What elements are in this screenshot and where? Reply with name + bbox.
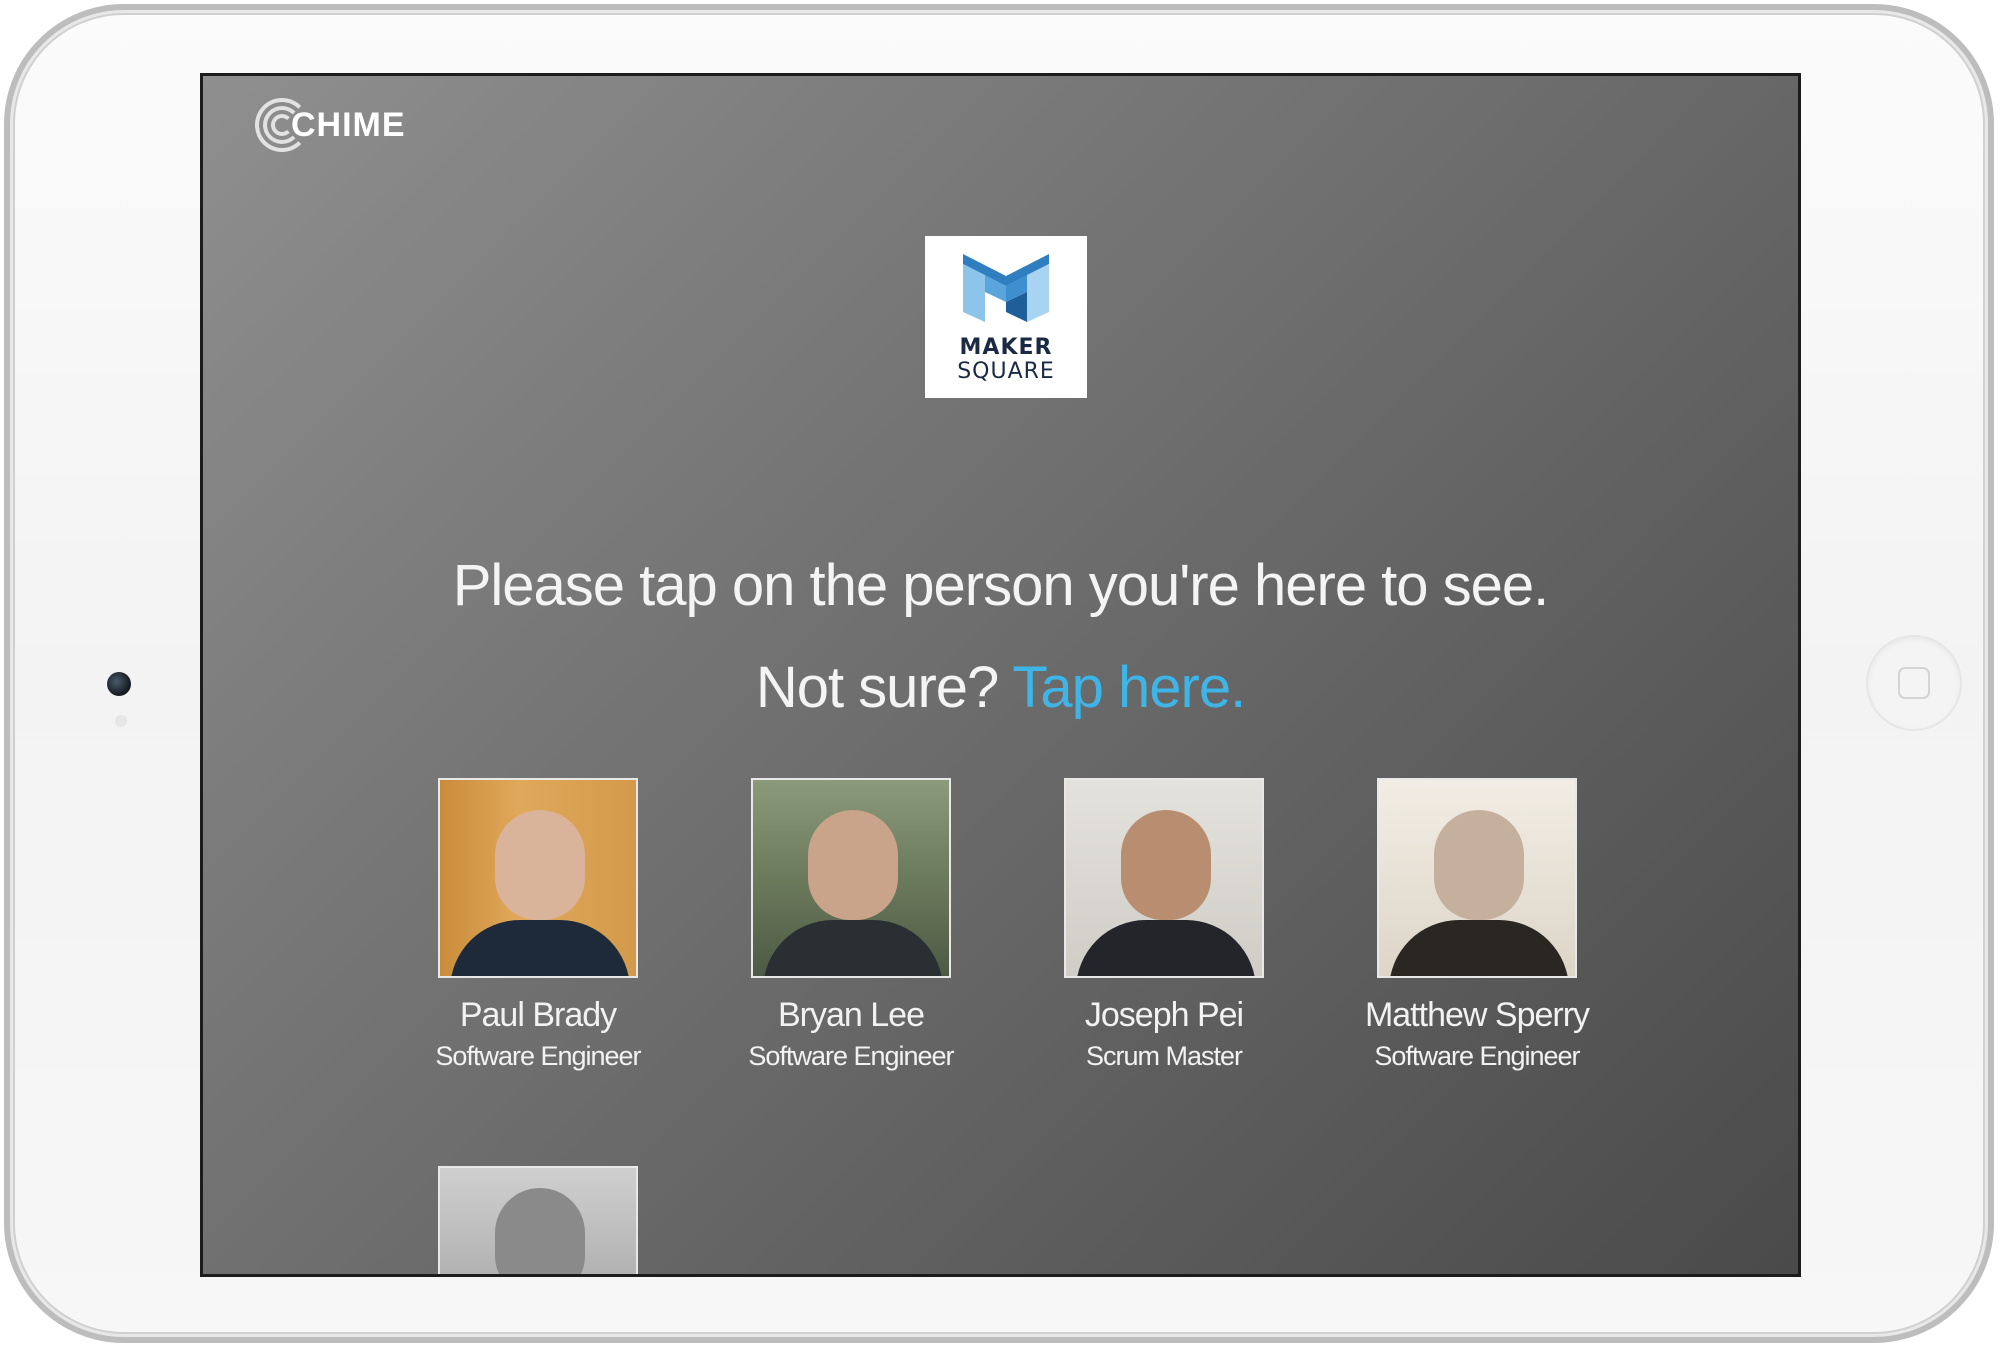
client-name-line2: SQUARE [957,359,1055,384]
person-card[interactable]: Matthew Sperry Software Engineer [1337,778,1617,1072]
instruction-text: Please tap on the person you're here to … [452,553,1550,618]
client-logo: MAKER SQUARE [925,236,1087,398]
chime-logo: CHIME [255,90,406,160]
home-square-icon [1898,667,1930,699]
person-photo [1377,778,1577,978]
person-card[interactable] [398,1166,678,1274]
person-photo [1064,778,1264,978]
person-name: Joseph Pei [1084,996,1244,1034]
person-title: Software Engineer [748,1041,954,1071]
person-photo [438,778,638,978]
tap-here-link[interactable]: Tap here. [1012,655,1246,720]
maker-square-m-icon [963,254,1049,322]
person-card[interactable]: Bryan Lee Software Engineer [711,778,991,1072]
person-card[interactable]: Paul Brady Software Engineer [398,778,678,1072]
not-sure-text: Not sure? [755,655,999,720]
person-name: Paul Brady [459,996,617,1034]
client-name-line1: MAKER [959,335,1053,360]
not-sure-line: Not sure? Tap here. [203,654,1798,721]
person-title: Software Engineer [1374,1041,1580,1071]
person-name: Matthew Sperry [1364,996,1590,1034]
person-photo [438,1166,638,1274]
camera-icon [107,672,131,696]
person-title: Software Engineer [435,1041,641,1071]
person-name: Bryan Lee [778,996,925,1034]
person-photo [751,778,951,978]
person-card[interactable]: Joseph Pei Scrum Master [1024,778,1304,1072]
person-title: Scrum Master [1085,1041,1243,1071]
home-button[interactable] [1866,635,1962,731]
chime-rings-icon [255,98,309,152]
kiosk-screen: CHIME MAKER SQUARE Please tap on the per… [200,73,1801,1277]
sensor-dot [115,715,127,727]
